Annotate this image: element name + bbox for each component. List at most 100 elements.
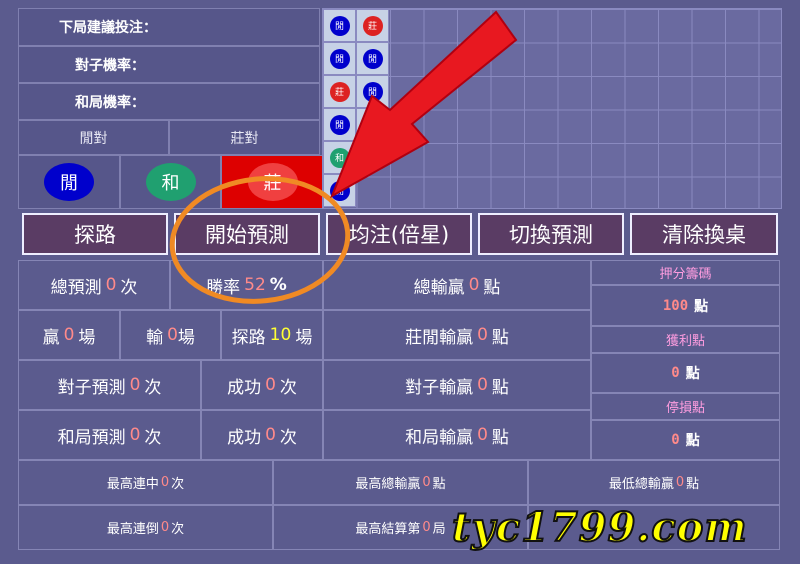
bet-chips-value: 100 xyxy=(662,297,689,314)
tie-wl-stat: 和局輸贏 0 點 xyxy=(323,410,591,460)
bead-road: 閒 莊 閒 閒 莊 閒 閒 莊 和 閒 xyxy=(323,9,390,209)
stat-unit: 場 xyxy=(295,327,313,348)
record-label: 最高總輸贏 xyxy=(355,477,421,492)
pair-rate-label: 對子機率： xyxy=(18,46,320,83)
stat-value: 0 xyxy=(105,275,117,295)
stop-loss-label: 停損點 xyxy=(591,393,780,420)
player-bet-cell[interactable]: 閒 xyxy=(18,155,120,209)
stat-label: 輸 xyxy=(146,327,164,348)
stat-label: 和局輸贏 xyxy=(405,427,474,448)
stat-unit: 場 xyxy=(177,327,195,348)
record-label: 最高連倒 xyxy=(106,522,159,537)
pair-wl-stat: 對子輸贏 0 點 xyxy=(323,360,591,410)
banker-bet-cell[interactable]: 莊 xyxy=(221,155,324,209)
bead-player: 閒 xyxy=(329,48,350,69)
start-predict-button[interactable]: 開始預測 xyxy=(174,213,320,255)
stop-loss-field[interactable]: 0點 xyxy=(591,420,780,460)
tie-predict-stat: 和局預測 0 次 xyxy=(18,410,201,460)
stat-unit: 次 xyxy=(279,377,297,398)
bead-cell-empty xyxy=(356,141,389,174)
bet-chips-label: 押分籌碼 xyxy=(591,260,780,285)
record-label: 最高結算第 xyxy=(355,522,421,537)
bead-cell: 閒 xyxy=(323,174,356,207)
stat-label: 對子輸贏 xyxy=(405,377,474,398)
lose-count-stat: 輸0場 xyxy=(120,310,221,360)
tie-bet-cell[interactable]: 和 xyxy=(120,155,221,209)
bead-player: 閒 xyxy=(329,114,350,135)
stat-label: 成功 xyxy=(227,427,262,448)
stop-loss-unit: 點 xyxy=(685,433,700,449)
stat-label: 成功 xyxy=(227,377,262,398)
stat-value: 0 xyxy=(468,275,480,295)
win-rate-stat: 勝率 52% xyxy=(170,260,323,310)
probe-count-stat: 探路 10 場 xyxy=(221,310,323,360)
record-value: 0 xyxy=(675,475,685,490)
probe-button[interactable]: 探路 xyxy=(22,213,168,255)
stat-value: 10 xyxy=(269,325,292,345)
clear-table-button[interactable]: 清除換桌 xyxy=(630,213,778,255)
switch-predict-button[interactable]: 切換預測 xyxy=(478,213,624,255)
stat-unit: 次 xyxy=(279,427,297,448)
max-win-streak-record: 最高連中 0 次 xyxy=(18,460,273,505)
flat-bet-button[interactable]: 均注(倍星) xyxy=(326,213,472,255)
road-grid xyxy=(322,8,782,209)
pair-predict-stat: 對子預測 0 次 xyxy=(18,360,201,410)
banker-bet-button[interactable]: 莊 xyxy=(247,163,298,201)
stat-label: 對子預測 xyxy=(57,377,126,398)
stat-value: 0 xyxy=(265,375,276,395)
record-label: 最低總輸贏 xyxy=(608,477,674,492)
bead-cell: 莊 xyxy=(356,108,389,141)
stat-unit: 點 xyxy=(491,377,509,398)
bead-banker: 莊 xyxy=(329,81,350,102)
tie-bet-button[interactable]: 和 xyxy=(145,163,196,201)
win-count-stat: 贏0場 xyxy=(18,310,120,360)
bead-cell: 閒 xyxy=(356,75,389,108)
banker-pair-header: 莊對 xyxy=(169,120,320,155)
bead-cell: 莊 xyxy=(356,9,389,42)
stat-unit: 次 xyxy=(120,277,138,298)
stat-label: 探路 xyxy=(231,327,266,348)
stat-unit: 次 xyxy=(144,427,162,448)
record-label: 最高連中 xyxy=(106,477,159,492)
record-value: 0 xyxy=(422,475,431,490)
stat-label: 贏 xyxy=(42,327,60,348)
stat-unit: 點 xyxy=(483,277,501,298)
bead-player: 閒 xyxy=(362,81,383,102)
bead-cell: 和 xyxy=(323,141,356,174)
player-bet-button[interactable]: 閒 xyxy=(44,163,94,201)
total-win-loss-stat: 總輸贏 0 點 xyxy=(323,260,591,310)
bead-cell: 閒 xyxy=(356,42,389,75)
stat-value: 0 xyxy=(167,325,178,345)
total-predict-stat: 總預測 0 次 xyxy=(18,260,170,310)
bet-chips-field[interactable]: 100 點 xyxy=(591,285,780,326)
bead-cell: 閒 xyxy=(323,108,356,141)
stat-value: 0 xyxy=(477,375,488,395)
pair-success-stat: 成功 0 次 xyxy=(201,360,323,410)
take-profit-unit: 點 xyxy=(685,366,700,382)
record-unit: 次 xyxy=(171,522,185,537)
record-unit: 點 xyxy=(432,477,446,492)
record-unit: 點 xyxy=(686,477,700,492)
take-profit-value: 0 xyxy=(671,365,680,381)
bead-banker: 莊 xyxy=(362,114,383,135)
max-lose-streak-record: 最高連倒 0 次 xyxy=(18,505,273,550)
take-profit-field[interactable]: 0點 xyxy=(591,353,780,393)
tie-success-stat: 成功 0 次 xyxy=(201,410,323,460)
bead-player: 閒 xyxy=(362,48,383,69)
stop-loss-value: 0 xyxy=(671,432,680,448)
stat-unit: 點 xyxy=(491,427,509,448)
stat-label: 總輸贏 xyxy=(413,277,465,298)
bead-player: 閒 xyxy=(329,15,350,36)
record-unit: 局 xyxy=(432,522,446,537)
stat-value: 0 xyxy=(265,425,276,445)
tie-rate-label: 和局機率： xyxy=(18,83,320,120)
record-value: 0 xyxy=(160,475,170,490)
record-value: 0 xyxy=(422,520,431,535)
stat-label: 和局預測 xyxy=(57,427,126,448)
bead-cell: 莊 xyxy=(323,75,356,108)
bead-banker: 莊 xyxy=(362,15,383,36)
stat-value: 0 xyxy=(477,425,488,445)
stat-value: 0 xyxy=(129,425,141,445)
take-profit-label: 獲利點 xyxy=(591,326,780,353)
next-bet-label: 下局建議投注： xyxy=(18,8,320,46)
